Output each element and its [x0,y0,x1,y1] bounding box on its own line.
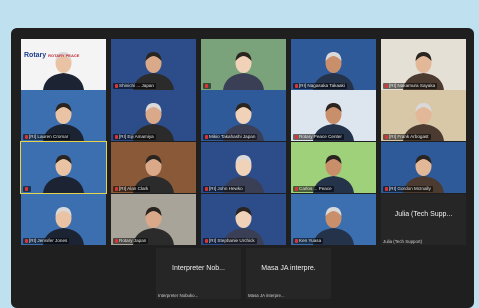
mic-muted-icon [25,134,28,139]
participant-tile[interactable] [201,39,286,90]
participant-name-label: Shinichi ... Japan [113,83,156,89]
participant-name-caption: Julia (Tech Support) [383,239,423,244]
participant-tile[interactable] [20,141,107,194]
mic-muted-icon [295,186,298,191]
video-feed [201,39,286,90]
mic-muted-icon [205,134,208,139]
participant-tile[interactable]: Shinichi ... Japan [111,39,196,90]
participant-name-label: [RI] John Hewko [203,186,245,192]
rotary-tagline: ROTARY PEACE [48,53,80,58]
participant-name-large: Julia (Tech Supp... [394,211,453,218]
participant-tile-video-off[interactable]: Interpreter Nob... Interpreter Nobuko... [156,248,241,299]
participant-name-text: Rotary Japan [119,238,147,243]
mic-muted-icon [115,186,118,191]
rotary-logo: Rotary ROTARY PEACE [24,52,79,59]
participant-tile[interactable]: [RI] Gordon McInally [381,142,466,193]
participant-tile[interactable]: [RI] Eiji Amamiya [111,90,196,141]
mic-muted-icon [205,186,208,191]
video-feed [21,142,106,193]
participant-tile[interactable]: [RI] Alan Clark [111,142,196,193]
page-background: Rotary ROTARY PEACE Shinichi ... Japan [… [0,0,479,308]
participant-name-text: Carlos ... Peace [299,186,332,191]
participant-name-caption: Masa JA interpre... [248,293,285,298]
participant-name-text: Shinichi ... Japan [119,83,154,88]
participant-name-text: [RI] Nakamura Sayaka [389,83,436,88]
mic-muted-icon [205,238,208,243]
participant-tile[interactable]: [RI] Stephanie Urchick [201,194,286,245]
mic-muted-icon [385,186,388,191]
participant-name-label: Rotary Japan [113,238,149,244]
participant-name-text: [RI] Jennifer Jones [29,238,68,243]
participant-name-label [203,83,211,89]
participant-name-text: Ken Yuasa [299,238,322,243]
participant-name-text: [RI] Frank Arbogast [389,134,429,139]
participant-name-label: [RI] Eiji Amamiya [113,134,156,140]
participant-name-text: [RI] Gordon McInally [389,186,431,191]
participant-name-label: Carlos ... Peace [293,186,334,192]
participant-tile[interactable]: Rotary Japan [111,194,196,245]
participant-tile[interactable]: [RI] John Hewko [201,142,286,193]
participant-name-text: Mikio Takahashi Japan [209,134,256,139]
mic-muted-icon [25,186,28,191]
participant-name-text: Rotary Peace Center [299,134,342,139]
participant-name-large: Masa JA interpre. [261,265,316,272]
participant-name-text: [RI] Nagasaka Takaaki [299,83,345,88]
participant-tile[interactable]: [RI] Nagasaka Takaaki [291,39,376,90]
mic-muted-icon [295,134,298,139]
participant-name-label: [RI] Lauren Cromar [23,134,71,140]
participant-tile[interactable]: [RI] Frank Arbogast [381,90,466,141]
participant-tile-video-off[interactable]: Julia (Tech Supp... Julia (Tech Support) [381,194,466,245]
mic-muted-icon [295,238,298,243]
participant-name-label: [RI] Jennifer Jones [23,238,70,244]
mic-muted-icon [115,134,118,139]
mic-muted-icon [295,83,298,88]
participant-tile[interactable]: [RI] Jennifer Jones [21,194,106,245]
participant-tile[interactable]: Mikio Takahashi Japan [201,90,286,141]
participant-tile[interactable]: [RI] Nakamura Sayaka [381,39,466,90]
participant-tile[interactable]: Ken Yuasa [291,194,376,245]
participant-name-label: [RI] Nagasaka Takaaki [293,83,347,89]
participant-name-label: [RI] Gordon McInally [383,186,433,192]
mic-muted-icon [115,238,118,243]
participant-tile[interactable]: Carlos ... Peace [291,142,376,193]
mic-muted-icon [25,238,28,243]
mic-muted-icon [205,83,208,88]
participant-name-label: Mikio Takahashi Japan [203,134,258,140]
participant-name-large: Interpreter Nob... [172,265,225,272]
participant-tile[interactable]: Rotary ROTARY PEACE [21,39,106,90]
participant-tile-video-off[interactable]: Masa JA interpre. Masa JA interpre... [246,248,331,299]
mic-muted-icon [385,83,388,88]
participant-name-caption: Interpreter Nobuko... [158,293,199,298]
video-feed [21,39,106,90]
participant-name-label: Ken Yuasa [293,238,324,244]
mic-muted-icon [385,134,388,139]
participant-name-text: [RI] John Hewko [209,186,243,191]
participant-tile[interactable]: Rotary Peace Center [291,90,376,141]
participant-name-text: [RI] Alan Clark [119,186,149,191]
participant-name-label: Rotary Peace Center [293,134,344,140]
participant-name-label: [RI] Stephanie Urchick [203,238,257,244]
participant-name-label: [RI] Frank Arbogast [383,134,431,140]
mic-muted-icon [115,83,118,88]
rotary-wordmark: Rotary [24,52,49,59]
participant-tile[interactable]: [RI] Lauren Cromar [21,90,106,141]
participant-name-label [23,186,31,192]
meeting-gallery: Rotary ROTARY PEACE Shinichi ... Japan [… [11,28,474,308]
participant-name-label: [RI] Nakamura Sayaka [383,83,438,89]
participant-name-text: [RI] Eiji Amamiya [119,134,154,139]
participant-name-text: [RI] Lauren Cromar [29,134,69,139]
participant-name-text: [RI] Stephanie Urchick [209,238,255,243]
participant-name-label: [RI] Alan Clark [113,186,151,192]
